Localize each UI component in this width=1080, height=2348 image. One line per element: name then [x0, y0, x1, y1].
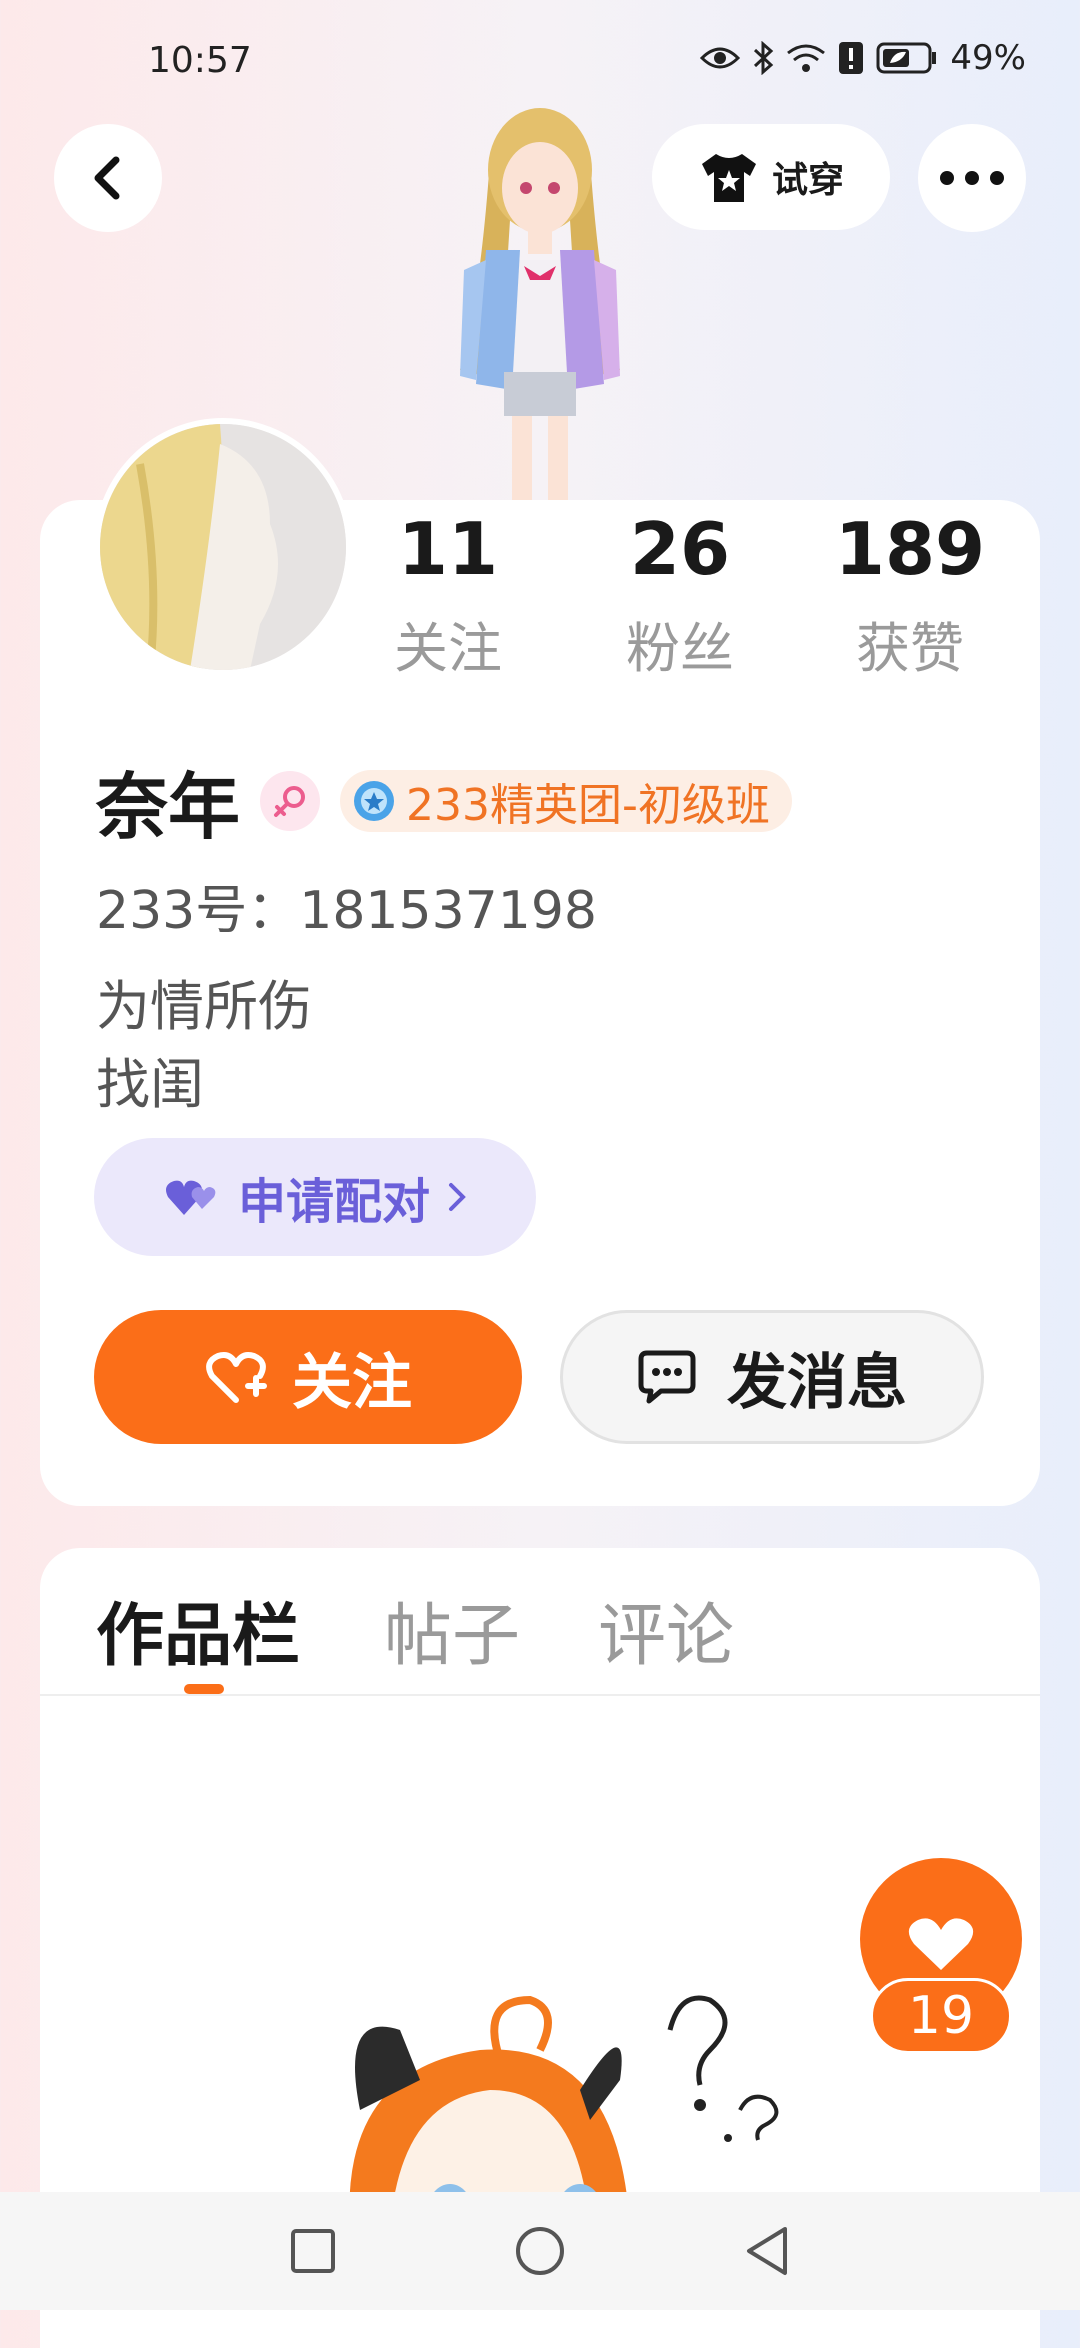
chevron-left-icon	[94, 156, 120, 200]
eye-icon	[700, 47, 741, 69]
like-count: 19	[870, 1978, 1012, 2054]
follow-label: 关注	[292, 1347, 412, 1418]
request-pair-button[interactable]: 申请配对	[94, 1138, 536, 1256]
stat-likes-value: 189	[834, 507, 986, 591]
heart-plus-icon	[206, 1352, 267, 1403]
home-icon[interactable]	[514, 2225, 566, 2277]
sim-alert-icon	[839, 42, 864, 74]
send-message-button[interactable]: 发消息	[560, 1310, 984, 1444]
tab-comments[interactable]: 评论	[598, 1580, 734, 1679]
system-nav-bar	[0, 2192, 1080, 2310]
bluetooth-icon	[754, 41, 774, 75]
tab-works[interactable]: 作品栏	[96, 1580, 300, 1679]
request-pair-label: 申请配对	[237, 1174, 430, 1230]
recent-apps-icon[interactable]	[289, 2227, 337, 2275]
stat-following-label: 关注	[394, 617, 502, 680]
stat-fans[interactable]: 26 粉丝	[580, 504, 780, 683]
tshirt-icon	[701, 154, 756, 202]
rank-badge-label: 233精英团-初级班	[406, 779, 770, 831]
stat-fans-label: 粉丝	[626, 617, 734, 680]
avatar-image	[100, 424, 346, 670]
bio-line-2: 找闺	[96, 1053, 204, 1116]
chevron-right-icon	[449, 1183, 466, 1211]
tab-indicator	[184, 1684, 224, 1694]
more-dots-icon	[940, 171, 1004, 185]
bio-line-1: 为情所伤	[96, 975, 312, 1038]
rank-badge[interactable]: 233精英团-初级班	[340, 769, 792, 832]
medal-icon	[354, 780, 395, 821]
stat-likes-label: 获赞	[856, 617, 964, 680]
female-gender-icon	[260, 770, 321, 831]
try-on-label: 试穿	[771, 160, 844, 201]
follow-button[interactable]: 关注	[94, 1310, 522, 1444]
tab-posts[interactable]: 帖子	[384, 1580, 520, 1679]
status-time: 10:57	[148, 40, 252, 81]
heart-icon	[908, 1918, 974, 1970]
battery-icon	[876, 42, 937, 74]
user-id[interactable]: 233号：181537198	[96, 868, 597, 943]
send-message-label: 发消息	[727, 1347, 907, 1418]
back-nav-icon[interactable]	[743, 2225, 791, 2277]
avatar[interactable]	[94, 418, 352, 676]
avatar-character-figure[interactable]	[420, 100, 660, 500]
stat-following-value: 11	[397, 507, 499, 591]
user-name: 奈年	[96, 765, 241, 849]
status-icons: 49%	[700, 38, 1026, 78]
stat-following[interactable]: 11 关注	[348, 504, 548, 683]
more-button[interactable]	[918, 124, 1026, 232]
name-row: 奈年 233精英团-初级班	[96, 748, 792, 853]
double-heart-icon	[165, 1180, 216, 1215]
tab-divider	[40, 1694, 1040, 1696]
back-button[interactable]	[54, 124, 162, 232]
chat-bubble-icon	[638, 1350, 696, 1404]
wifi-icon	[787, 44, 826, 72]
stat-fans-value: 26	[629, 507, 731, 591]
try-on-button[interactable]: 试穿	[652, 124, 890, 230]
stat-likes[interactable]: 189 获赞	[810, 504, 1010, 683]
battery-percent: 49%	[950, 38, 1026, 78]
